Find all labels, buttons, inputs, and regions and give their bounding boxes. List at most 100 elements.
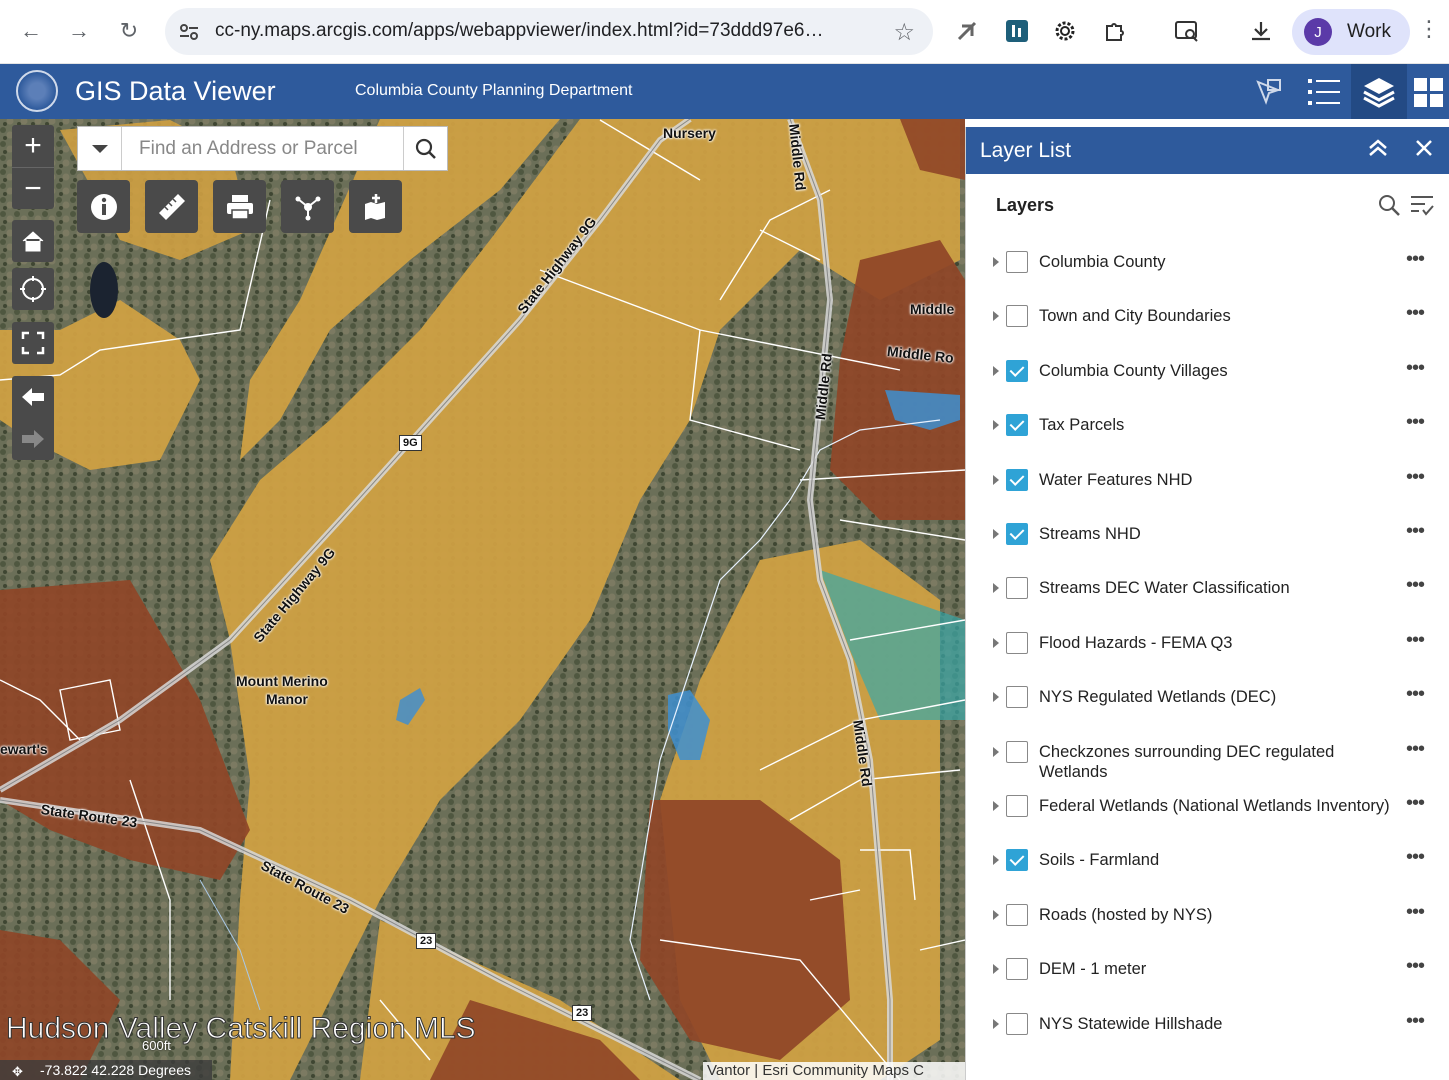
expand-caret-icon[interactable] [993,1018,999,1029]
layer-visibility-checkbox[interactable] [1006,577,1028,600]
extension-icon[interactable] [952,16,982,46]
crosshair-icon[interactable]: ✥ [12,1062,23,1080]
search-input[interactable] [123,127,403,170]
layer-visibility-checkbox[interactable] [1006,251,1028,273]
expand-caret-icon[interactable] [993,257,999,267]
expand-caret-icon[interactable] [993,855,999,866]
layer-row[interactable]: Columbia County ••• [966,235,1449,289]
url-text[interactable]: cc-ny.maps.arcgis.com/apps/webappviewer/… [215,20,824,42]
search-icon[interactable] [403,127,447,170]
layer-row[interactable]: Roads (hosted by NYS) ••• [966,888,1449,942]
previous-extent-icon[interactable] [20,376,46,418]
layer-visibility-checkbox[interactable] [1006,468,1028,491]
chevron-down-icon[interactable] [78,127,122,170]
layer-visibility-checkbox[interactable] [1006,958,1028,981]
my-location-icon[interactable] [12,268,54,310]
expand-caret-icon[interactable] [993,529,999,539]
layer-list-icon[interactable] [1351,64,1407,119]
collapse-icon[interactable] [1368,139,1388,163]
more-options-icon[interactable]: ••• [1406,901,1425,924]
more-options-icon[interactable]: ••• [1406,629,1425,652]
download-icon[interactable] [1246,16,1276,46]
more-options-icon[interactable]: ••• [1406,520,1425,543]
layer-visibility-checkbox[interactable] [1006,631,1028,654]
more-options-icon[interactable]: ••• [1406,357,1425,380]
more-options-icon[interactable]: ••• [1406,248,1425,271]
basemap-gallery-icon[interactable] [1407,64,1449,119]
layer-row[interactable]: Streams DEC Water Classification ••• [966,561,1449,615]
layer-row[interactable]: DEM - 1 meter ••• [966,942,1449,996]
extension-icon[interactable] [1002,16,1032,46]
tab-search-icon[interactable] [1172,16,1202,46]
expand-caret-icon[interactable] [993,746,999,757]
zoom-in-icon[interactable]: + [12,125,54,167]
more-options-icon[interactable]: ••• [1406,738,1425,761]
layer-visibility-checkbox[interactable] [1006,740,1028,763]
home-icon[interactable] [12,220,54,262]
layer-visibility-checkbox[interactable] [1006,359,1028,382]
puzzle-icon[interactable] [1100,16,1130,46]
layer-visibility-checkbox[interactable] [1006,849,1028,872]
layer-row[interactable]: Tax Parcels ••• [966,398,1449,452]
layer-visibility-checkbox[interactable] [1006,795,1028,817]
add-data-icon[interactable] [349,180,402,233]
search-icon[interactable] [1377,193,1401,222]
layer-row[interactable]: NYS Regulated Wetlands (DEC) ••• [966,670,1449,724]
map-view[interactable]: Nursery Middle Rd Middle Middle Ro Middl… [0,119,965,1080]
more-options-icon[interactable]: ••• [1406,683,1425,706]
expand-caret-icon[interactable] [993,474,999,485]
more-options-icon[interactable]: ••• [1406,792,1425,815]
more-options-icon[interactable]: ••• [1406,955,1425,978]
expand-caret-icon[interactable] [993,692,999,703]
more-options-icon[interactable]: ••• [1406,574,1425,597]
back-icon[interactable]: ← [14,14,48,48]
expand-caret-icon[interactable] [993,583,999,594]
layer-row[interactable]: Checkzones surrounding DEC regulated Wet… [966,725,1449,781]
expand-caret-icon[interactable] [993,964,999,975]
layer-visibility-checkbox[interactable] [1006,523,1028,545]
expand-caret-icon[interactable] [993,637,999,648]
legend-icon[interactable] [1296,64,1352,119]
layer-row[interactable]: Town and City Boundaries ••• [966,289,1449,343]
layer-visibility-checkbox[interactable] [1006,686,1028,709]
share-network-icon[interactable] [281,180,334,233]
reload-icon[interactable]: ↻ [112,14,146,48]
next-extent-icon[interactable] [20,418,46,460]
measure-ruler-icon[interactable] [145,180,198,233]
profile-button[interactable]: J Work [1292,9,1410,55]
expand-caret-icon[interactable] [993,365,999,376]
close-icon[interactable] [1415,137,1433,163]
map-canvas[interactable] [0,119,965,1080]
layer-row[interactable]: Water Features NHD ••• [966,453,1449,507]
layer-visibility-checkbox[interactable] [1006,1012,1028,1035]
more-options-icon[interactable]: ••• [1406,411,1425,434]
layer-visibility-checkbox[interactable] [1006,414,1028,437]
info-icon[interactable] [77,180,130,233]
layer-row[interactable]: NYS Statewide Hillshade ••• [966,997,1449,1051]
browser-menu-icon[interactable]: ⋮ [1418,16,1440,42]
forward-icon[interactable]: → [62,14,96,48]
address-bar[interactable]: cc-ny.maps.arcgis.com/apps/webappviewer/… [165,8,933,55]
layer-row[interactable]: Federal Wetlands (National Wetlands Inve… [966,779,1449,833]
more-options-icon[interactable]: ••• [1406,302,1425,325]
more-options-icon[interactable]: ••• [1406,1010,1425,1033]
expand-caret-icon[interactable] [993,801,999,811]
gear-extension-icon[interactable] [1050,16,1080,46]
select-tool-icon[interactable] [1240,64,1296,119]
layer-row[interactable]: Soils - Farmland ••• [966,833,1449,887]
bookmark-star-icon[interactable]: ☆ [893,18,915,47]
layer-visibility-checkbox[interactable] [1006,305,1028,328]
site-settings-icon[interactable] [177,20,201,44]
expand-caret-icon[interactable] [993,420,999,431]
layer-options-icon[interactable] [1409,193,1435,222]
print-icon[interactable] [213,180,266,233]
layer-row[interactable]: Flood Hazards - FEMA Q3 ••• [966,616,1449,670]
layer-visibility-checkbox[interactable] [1006,903,1028,926]
zoom-out-icon[interactable]: − [12,167,54,209]
more-options-icon[interactable]: ••• [1406,466,1425,489]
expand-caret-icon[interactable] [993,909,999,920]
expand-caret-icon[interactable] [993,311,999,322]
fullscreen-icon[interactable] [12,322,54,364]
layer-row[interactable]: Streams NHD ••• [966,507,1449,561]
layer-row[interactable]: Columbia County Villages ••• [966,344,1449,398]
